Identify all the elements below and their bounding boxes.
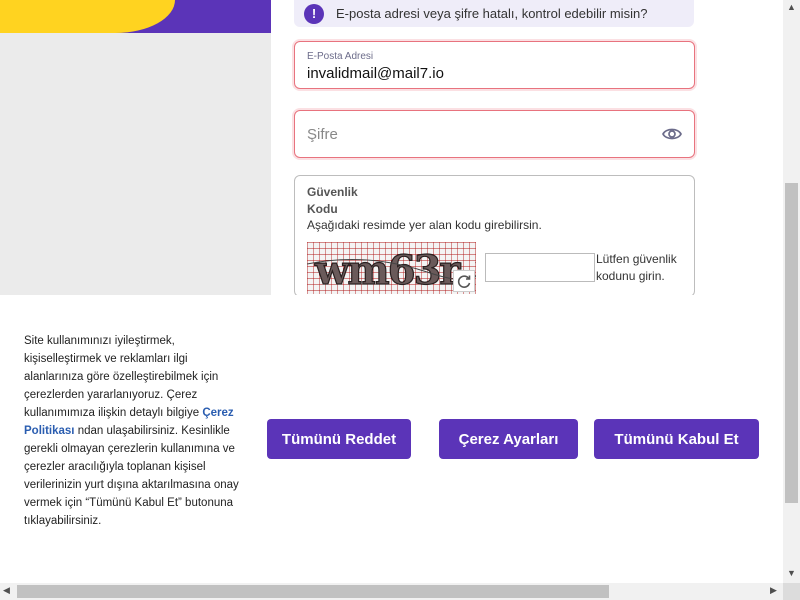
security-code-description: Aşağıdaki resimde yer alan kodu girebili… xyxy=(307,218,542,232)
cookie-text-part2: ndan ulaşabilirsiniz. Kesinlikle gerekli… xyxy=(24,425,239,527)
scrollbar-corner xyxy=(783,583,800,600)
security-code-title: Güvenlik Kodu xyxy=(307,184,358,218)
horizontal-scroll-thumb[interactable] xyxy=(17,585,609,598)
exclamation-icon: ! xyxy=(304,3,324,24)
security-code-box: Güvenlik Kodu Aşağıdaki resimde yer alan… xyxy=(294,175,695,297)
vertical-scrollbar[interactable]: ▲ ▼ xyxy=(783,0,800,583)
security-code-hint-line2: kodunu girin. xyxy=(596,269,665,283)
error-alert: ! E-posta adresi veya şifre hatalı, kont… xyxy=(294,0,694,27)
security-code-title-line2: Kodu xyxy=(307,202,338,216)
cookie-banner: Site kullanımınızı iyileştirmek, kişisel… xyxy=(0,295,783,583)
security-code-hint: Lütfen güvenlik kodunu girin. xyxy=(596,251,691,285)
email-field[interactable]: E-Posta Adresi invalidmail@mail7.io xyxy=(294,41,695,89)
scroll-down-arrow-icon[interactable]: ▼ xyxy=(787,568,796,578)
horizontal-scrollbar[interactable]: ◀ ▶ xyxy=(0,583,783,600)
alert-text: E-posta adresi veya şifre hatalı, kontro… xyxy=(336,6,648,21)
cookie-text-part1: Site kullanımınızı iyileştirmek, kişisel… xyxy=(24,335,219,419)
email-label: E-Posta Adresi xyxy=(307,51,374,62)
accept-all-button[interactable]: Tümünü Kabul Et xyxy=(594,419,759,459)
email-value[interactable]: invalidmail@mail7.io xyxy=(307,65,444,82)
security-code-hint-line1: Lütfen güvenlik xyxy=(596,252,677,266)
refresh-icon[interactable] xyxy=(453,270,475,292)
scroll-up-arrow-icon[interactable]: ▲ xyxy=(787,2,796,12)
captcha-image: wm63r xyxy=(306,242,479,295)
cookie-text: Site kullanımınızı iyileştirmek, kişisel… xyxy=(24,332,249,530)
eye-icon[interactable] xyxy=(662,125,682,143)
captcha-text: wm63r xyxy=(314,247,461,294)
scroll-left-arrow-icon[interactable]: ◀ xyxy=(3,585,10,596)
security-code-title-line1: Güvenlik xyxy=(307,185,358,199)
reject-all-button[interactable]: Tümünü Reddet xyxy=(267,419,411,459)
scroll-right-arrow-icon[interactable]: ▶ xyxy=(770,585,777,596)
password-field[interactable]: Şifre xyxy=(294,110,695,158)
security-code-input[interactable] xyxy=(485,253,595,282)
cookie-settings-button[interactable]: Çerez Ayarları xyxy=(439,419,578,459)
password-placeholder: Şifre xyxy=(307,126,338,143)
vertical-scroll-thumb[interactable] xyxy=(785,183,798,503)
